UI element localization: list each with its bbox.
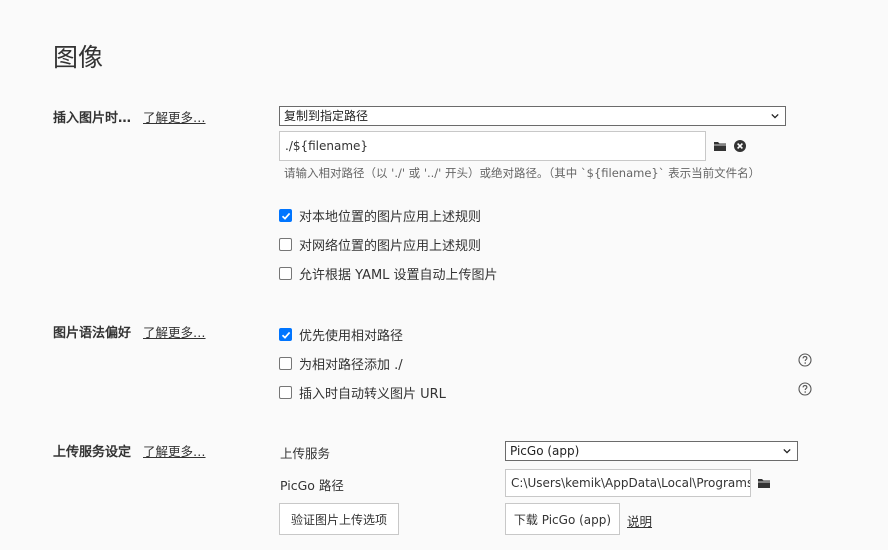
upload-service-label: 上传服务 xyxy=(280,446,331,461)
apply-network-images-option[interactable]: 对网络位置的图片应用上述规则 xyxy=(279,235,481,254)
checkmark-icon xyxy=(281,331,290,339)
image-preferences-page: 图像 插入图片时… 了解更多… 复制到指定路径 ./${filename} 请输… xyxy=(0,0,888,550)
prefer-relative-path-option[interactable]: 优先使用相对路径 xyxy=(279,325,403,344)
option-label: 优先使用相对路径 xyxy=(299,329,404,344)
checkbox[interactable] xyxy=(279,386,292,399)
checkbox[interactable] xyxy=(279,209,292,222)
upload-service-section-label: 上传服务设定 xyxy=(53,445,132,460)
folder-icon[interactable] xyxy=(713,139,727,153)
apply-local-images-option[interactable]: 对本地位置的图片应用上述规则 xyxy=(279,206,481,225)
chevron-down-icon xyxy=(771,113,779,119)
syntax-pref-learn-more-link[interactable]: 了解更多… xyxy=(143,322,206,341)
chevron-down-icon xyxy=(783,448,791,454)
verify-upload-button-label: 验证图片上传选项 xyxy=(290,512,387,527)
picgo-path-input[interactable]: C:\Users\kemik\AppData\Local\Programs\Pi… xyxy=(505,469,751,497)
path-hint-text: 请输入相对路径（以 './' 或 '../' 开头）或绝对路径。（其中 `${f… xyxy=(284,166,761,180)
option-label: 对网络位置的图片应用上述规则 xyxy=(299,239,482,254)
checkmark-icon xyxy=(281,212,290,220)
insert-image-action-value: 复制到指定路径 xyxy=(284,109,369,123)
checkbox[interactable] xyxy=(279,357,292,370)
image-path-value: ./${filename} xyxy=(285,139,369,153)
option-label: 为相对路径添加 ./ xyxy=(299,358,403,373)
checkbox[interactable] xyxy=(279,267,292,280)
download-picgo-button-label: 下载 PicGo (app) xyxy=(513,512,612,527)
insert-image-action-select[interactable]: 复制到指定路径 xyxy=(279,106,786,126)
upload-service-learn-more-link[interactable]: 了解更多… xyxy=(143,441,206,460)
help-icon[interactable] xyxy=(798,382,812,396)
download-picgo-button[interactable]: 下载 PicGo (app) xyxy=(505,503,620,535)
image-path-input[interactable]: ./${filename} xyxy=(279,131,706,161)
yaml-auto-upload-option[interactable]: 允许根据 YAML 设置自动上传图片 xyxy=(279,264,498,283)
folder-icon[interactable] xyxy=(757,476,771,490)
syntax-pref-section-label: 图片语法偏好 xyxy=(53,326,132,341)
upload-service-select[interactable]: PicGo (app) xyxy=(505,441,798,461)
help-icon[interactable] xyxy=(798,353,812,367)
picgo-path-value: C:\Users\kemik\AppData\Local\Programs\Pi… xyxy=(511,476,751,490)
verify-upload-button[interactable]: 验证图片上传选项 xyxy=(279,503,399,535)
clear-icon[interactable] xyxy=(733,139,747,153)
picgo-path-label: PicGo 路径 xyxy=(280,478,344,493)
explain-link[interactable]: 说明 xyxy=(627,511,652,530)
option-label: 插入时自动转义图片 URL xyxy=(299,387,446,402)
option-label: 对本地位置的图片应用上述规则 xyxy=(299,210,482,225)
insert-image-section-label: 插入图片时… xyxy=(53,111,132,126)
add-dot-slash-option[interactable]: 为相对路径添加 ./ xyxy=(279,354,403,373)
checkbox[interactable] xyxy=(279,238,292,251)
checkbox[interactable] xyxy=(279,328,292,341)
escape-image-url-option[interactable]: 插入时自动转义图片 URL xyxy=(279,383,446,402)
page-title: 图像 xyxy=(53,43,104,72)
option-label: 允许根据 YAML 设置自动上传图片 xyxy=(299,268,498,283)
upload-service-value: PicGo (app) xyxy=(510,444,580,458)
insert-image-learn-more-link[interactable]: 了解更多… xyxy=(143,107,206,126)
